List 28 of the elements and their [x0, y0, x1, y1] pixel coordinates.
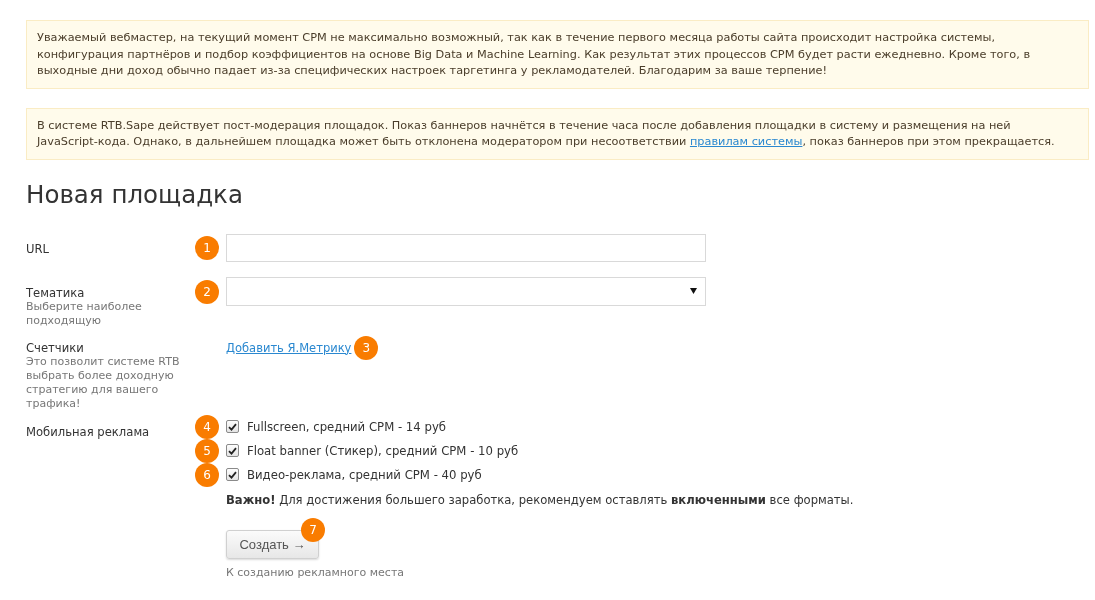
field-label: Мобильная реклама: [26, 424, 150, 439]
field-hint: Выберите наиболее подходящую: [26, 299, 143, 328]
topic-select-field[interactable]: [226, 276, 706, 306]
add-metrika-link[interactable]: Добавить Я.Метрику: [226, 340, 352, 355]
recommendation-note: Важно! Для достижения большего заработка, рекомендуем оставлять включенными все форматы.: [226, 491, 855, 508]
field-label: URL: [26, 241, 49, 256]
checkbox-label: Fullscreen, средний CPM - 14 руб: [247, 419, 446, 434]
notice-text: В системе RTB.Sape действует пост-модерация площадок. Показ баннеров начнётся в течение часа после добавления площадки в систему и размещения на ней JavaScript-кода. Однако, в дальнейшем площадка может быть отклонена модератором при несоответствии правилам системы, показ баннеров при этом прекращается.: [26, 107, 1089, 160]
number-marker: 7: [301, 517, 325, 542]
checkbox[interactable]: [226, 468, 239, 481]
checkbox[interactable]: [226, 420, 239, 433]
url-input-field[interactable]: [226, 233, 706, 262]
checkbox[interactable]: [226, 444, 239, 457]
field-label: Тематика: [26, 285, 85, 300]
field-label: Счетчики: [26, 340, 84, 355]
field-hint: Это позволит системе RTB выбрать более доходную стратегию для вашего трафика!: [26, 354, 181, 411]
number-marker: 5: [195, 438, 219, 463]
number-marker: 6: [195, 462, 219, 487]
notice-text: Уважаемый вебмастер, на текущий момент CPM не максимально возможный, так как в течение первого месяца работы сайта происходит настройка системы, конфигурация партнёров и подбор коэффициентов на основе Big Data и Machine Learning. Как результат этих процессов CPM будет расти ежедневно. Кроме того, в выходные дни доход обычно падает из-за специфических настроек таргетинга у рекламодателей. Благодарим за ваше терпение!: [26, 20, 1089, 89]
checkbox-label: Видео-реклама, средний CPM - 40 руб: [247, 467, 482, 482]
number-marker: 1: [195, 235, 219, 260]
page-heading: Новая площадка: [26, 178, 244, 211]
number-marker: 2: [195, 279, 219, 304]
number-marker: 3: [354, 335, 379, 360]
number-marker: 4: [195, 414, 219, 439]
checkbox-label: Float banner (Стикер), средний CPM - 10 руб: [247, 443, 519, 458]
button-hint: К созданию рекламного места: [226, 565, 406, 579]
dropdown-arrow-icon: [690, 288, 697, 294]
